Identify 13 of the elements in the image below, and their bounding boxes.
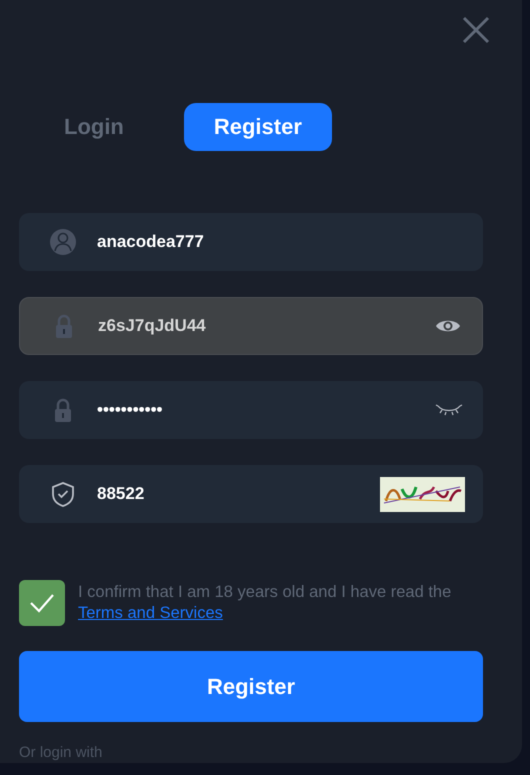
checkbox[interactable] <box>19 580 65 626</box>
shield-icon <box>49 480 77 508</box>
consent-text: I confirm that I am 18 years old and I have read the Terms and Services <box>78 582 452 624</box>
terms-link[interactable]: Terms and Services <box>78 604 223 622</box>
user-icon <box>49 228 77 256</box>
register-button[interactable]: Register <box>19 651 483 722</box>
input-field[interactable]: ••••••••••• <box>19 381 483 439</box>
input-field[interactable]: 88522 <box>19 465 483 523</box>
login-with-label: Or login with <box>19 744 104 761</box>
close-icon[interactable] <box>460 14 492 46</box>
tab[interactable]: Register <box>184 103 332 151</box>
input-field[interactable]: anacodea777 <box>19 213 483 271</box>
input-field[interactable]: z6sJ7qJdU44 <box>19 297 483 355</box>
